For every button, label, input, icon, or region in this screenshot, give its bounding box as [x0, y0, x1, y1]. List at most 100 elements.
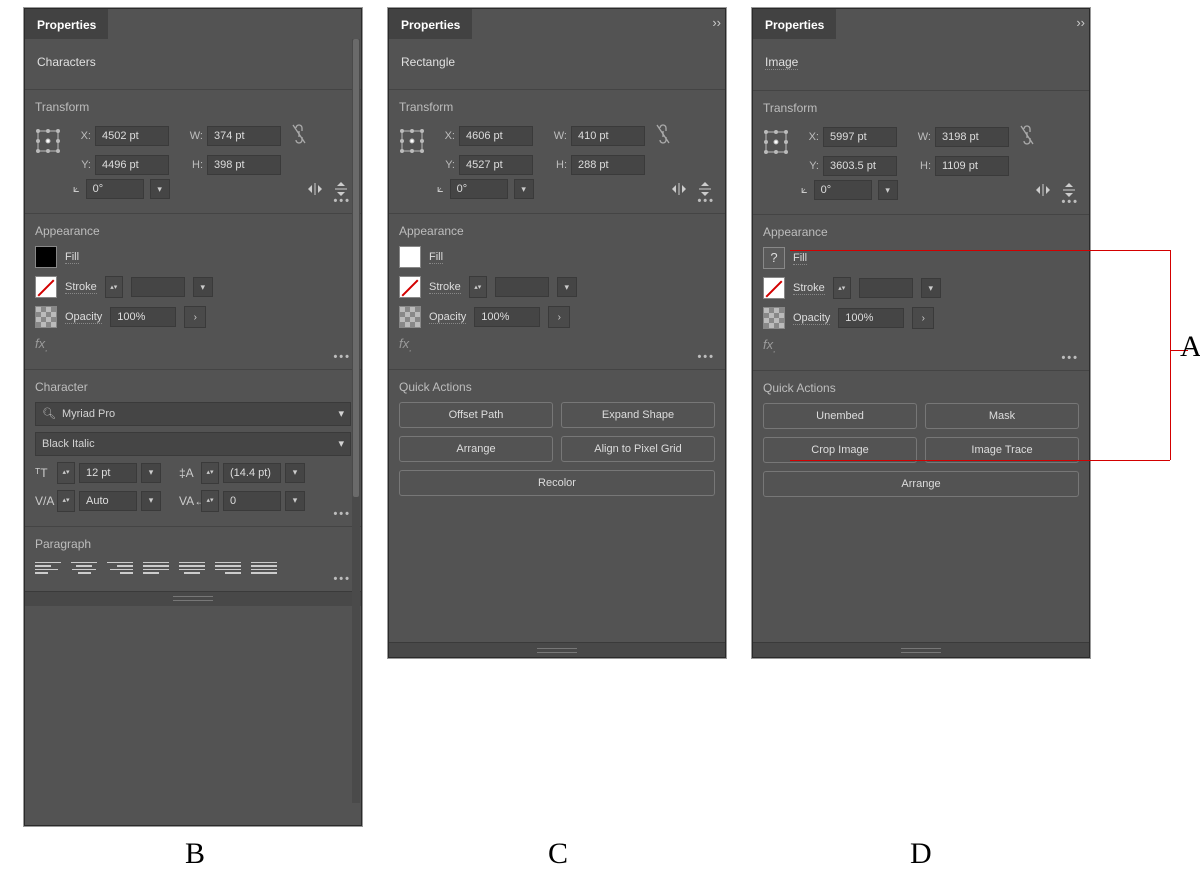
- w-input[interactable]: 3198 pt: [935, 127, 1009, 147]
- align-center-button[interactable]: [71, 559, 97, 577]
- link-wh-icon[interactable]: [291, 122, 307, 149]
- stroke-weight-dropdown[interactable]: ▾: [193, 277, 213, 297]
- h-input[interactable]: 288 pt: [571, 155, 645, 175]
- collapse-panel-icon[interactable]: ››: [712, 15, 721, 30]
- y-input[interactable]: 3603.5 pt: [823, 156, 897, 176]
- appearance-more-options[interactable]: •••: [697, 351, 715, 363]
- angle-dropdown[interactable]: ▾: [150, 179, 170, 199]
- collapse-panel-icon[interactable]: ››: [1076, 15, 1085, 30]
- panel-resize-grip[interactable]: [25, 591, 361, 606]
- flip-horizontal-button[interactable]: [305, 180, 325, 198]
- opacity-popup[interactable]: ›: [912, 307, 934, 329]
- stroke-weight-dropdown[interactable]: ▾: [557, 277, 577, 297]
- arrange-button[interactable]: Arrange: [399, 436, 553, 462]
- tracking-input[interactable]: 0: [223, 491, 281, 511]
- character-more-options[interactable]: •••: [333, 508, 351, 520]
- link-wh-icon[interactable]: [655, 122, 671, 149]
- opacity-input[interactable]: 100%: [474, 307, 540, 327]
- align-pixel-grid-button[interactable]: Align to Pixel Grid: [561, 436, 715, 462]
- leading-dropdown[interactable]: ▾: [285, 463, 305, 483]
- stroke-weight-stepper[interactable]: ▴▾: [105, 276, 123, 298]
- flip-horizontal-button[interactable]: [1033, 181, 1053, 199]
- fx-button[interactable]: fx.: [763, 337, 1079, 356]
- transform-more-options[interactable]: •••: [333, 195, 351, 207]
- reference-point-selector[interactable]: [763, 129, 789, 155]
- transform-more-options[interactable]: •••: [1061, 196, 1079, 208]
- offset-path-button[interactable]: Offset Path: [399, 402, 553, 428]
- angle-input[interactable]: 0°: [86, 179, 144, 199]
- paragraph-more-options[interactable]: •••: [333, 573, 351, 585]
- stroke-label[interactable]: Stroke: [429, 281, 461, 294]
- opacity-input[interactable]: 100%: [110, 307, 176, 327]
- y-input[interactable]: 4527 pt: [459, 155, 533, 175]
- crop-image-button[interactable]: Crop Image: [763, 437, 917, 463]
- reference-point-selector[interactable]: [35, 128, 61, 154]
- align-left-button[interactable]: [35, 559, 61, 577]
- fx-button[interactable]: fx.: [399, 336, 715, 355]
- panel-resize-grip[interactable]: [753, 642, 1089, 657]
- stroke-weight-input[interactable]: [131, 277, 185, 297]
- panel-resize-grip[interactable]: [389, 642, 725, 657]
- properties-tab[interactable]: Properties: [25, 9, 108, 39]
- justify-center-button[interactable]: [179, 559, 205, 577]
- opacity-swatch[interactable]: [399, 306, 421, 328]
- opacity-label[interactable]: Opacity: [429, 311, 466, 324]
- tracking-dropdown[interactable]: ▾: [285, 491, 305, 511]
- angle-dropdown[interactable]: ▾: [514, 179, 534, 199]
- expand-shape-button[interactable]: Expand Shape: [561, 402, 715, 428]
- opacity-swatch[interactable]: [35, 306, 57, 328]
- fill-swatch[interactable]: [35, 246, 57, 268]
- appearance-more-options[interactable]: •••: [333, 351, 351, 363]
- panel-scrollbar[interactable]: [352, 39, 360, 803]
- arrange-button[interactable]: Arrange: [763, 471, 1079, 497]
- x-input[interactable]: 5997 pt: [823, 127, 897, 147]
- stroke-label[interactable]: Stroke: [65, 281, 97, 294]
- x-input[interactable]: 4606 pt: [459, 126, 533, 146]
- reference-point-selector[interactable]: [399, 128, 425, 154]
- w-input[interactable]: 410 pt: [571, 126, 645, 146]
- opacity-input[interactable]: 100%: [838, 308, 904, 328]
- font-size-input[interactable]: 12 pt: [79, 463, 137, 483]
- kerning-input[interactable]: Auto: [79, 491, 137, 511]
- opacity-label[interactable]: Opacity: [793, 312, 830, 325]
- selection-type-label[interactable]: Image: [765, 55, 798, 70]
- fill-swatch[interactable]: [399, 246, 421, 268]
- angle-input[interactable]: 0°: [814, 180, 872, 200]
- flip-horizontal-button[interactable]: [669, 180, 689, 198]
- opacity-swatch[interactable]: [763, 307, 785, 329]
- properties-tab[interactable]: Properties: [389, 9, 472, 39]
- angle-input[interactable]: 0°: [450, 179, 508, 199]
- opacity-label[interactable]: Opacity: [65, 311, 102, 324]
- stroke-weight-stepper[interactable]: ▴▾: [833, 277, 851, 299]
- leading-stepper[interactable]: ▴▾: [201, 462, 219, 484]
- fx-button[interactable]: fx.: [35, 336, 351, 355]
- link-wh-icon[interactable]: [1019, 123, 1035, 150]
- h-input[interactable]: 398 pt: [207, 155, 281, 175]
- align-right-button[interactable]: [107, 559, 133, 577]
- appearance-more-options[interactable]: •••: [1061, 352, 1079, 364]
- stroke-weight-input[interactable]: [495, 277, 549, 297]
- opacity-popup[interactable]: ›: [184, 306, 206, 328]
- y-input[interactable]: 4496 pt: [95, 155, 169, 175]
- stroke-swatch[interactable]: [399, 276, 421, 298]
- leading-input[interactable]: (14.4 pt): [223, 463, 281, 483]
- stroke-swatch[interactable]: [763, 277, 785, 299]
- angle-dropdown[interactable]: ▾: [878, 180, 898, 200]
- recolor-button[interactable]: Recolor: [399, 470, 715, 496]
- transform-more-options[interactable]: •••: [697, 195, 715, 207]
- font-family-input[interactable]: 🔍︎ Myriad Pro ▾: [35, 402, 351, 426]
- h-input[interactable]: 1109 pt: [935, 156, 1009, 176]
- properties-tab[interactable]: Properties: [753, 9, 836, 39]
- fill-label[interactable]: Fill: [65, 251, 79, 264]
- tracking-stepper[interactable]: ▴▾: [201, 490, 219, 512]
- stroke-swatch[interactable]: [35, 276, 57, 298]
- w-input[interactable]: 374 pt: [207, 126, 281, 146]
- stroke-weight-input[interactable]: [859, 278, 913, 298]
- stroke-weight-dropdown[interactable]: ▾: [921, 278, 941, 298]
- kerning-stepper[interactable]: ▴▾: [57, 490, 75, 512]
- stroke-weight-stepper[interactable]: ▴▾: [469, 276, 487, 298]
- fill-swatch[interactable]: ?: [763, 247, 785, 269]
- justify-right-button[interactable]: [215, 559, 241, 577]
- mask-button[interactable]: Mask: [925, 403, 1079, 429]
- justify-left-button[interactable]: [143, 559, 169, 577]
